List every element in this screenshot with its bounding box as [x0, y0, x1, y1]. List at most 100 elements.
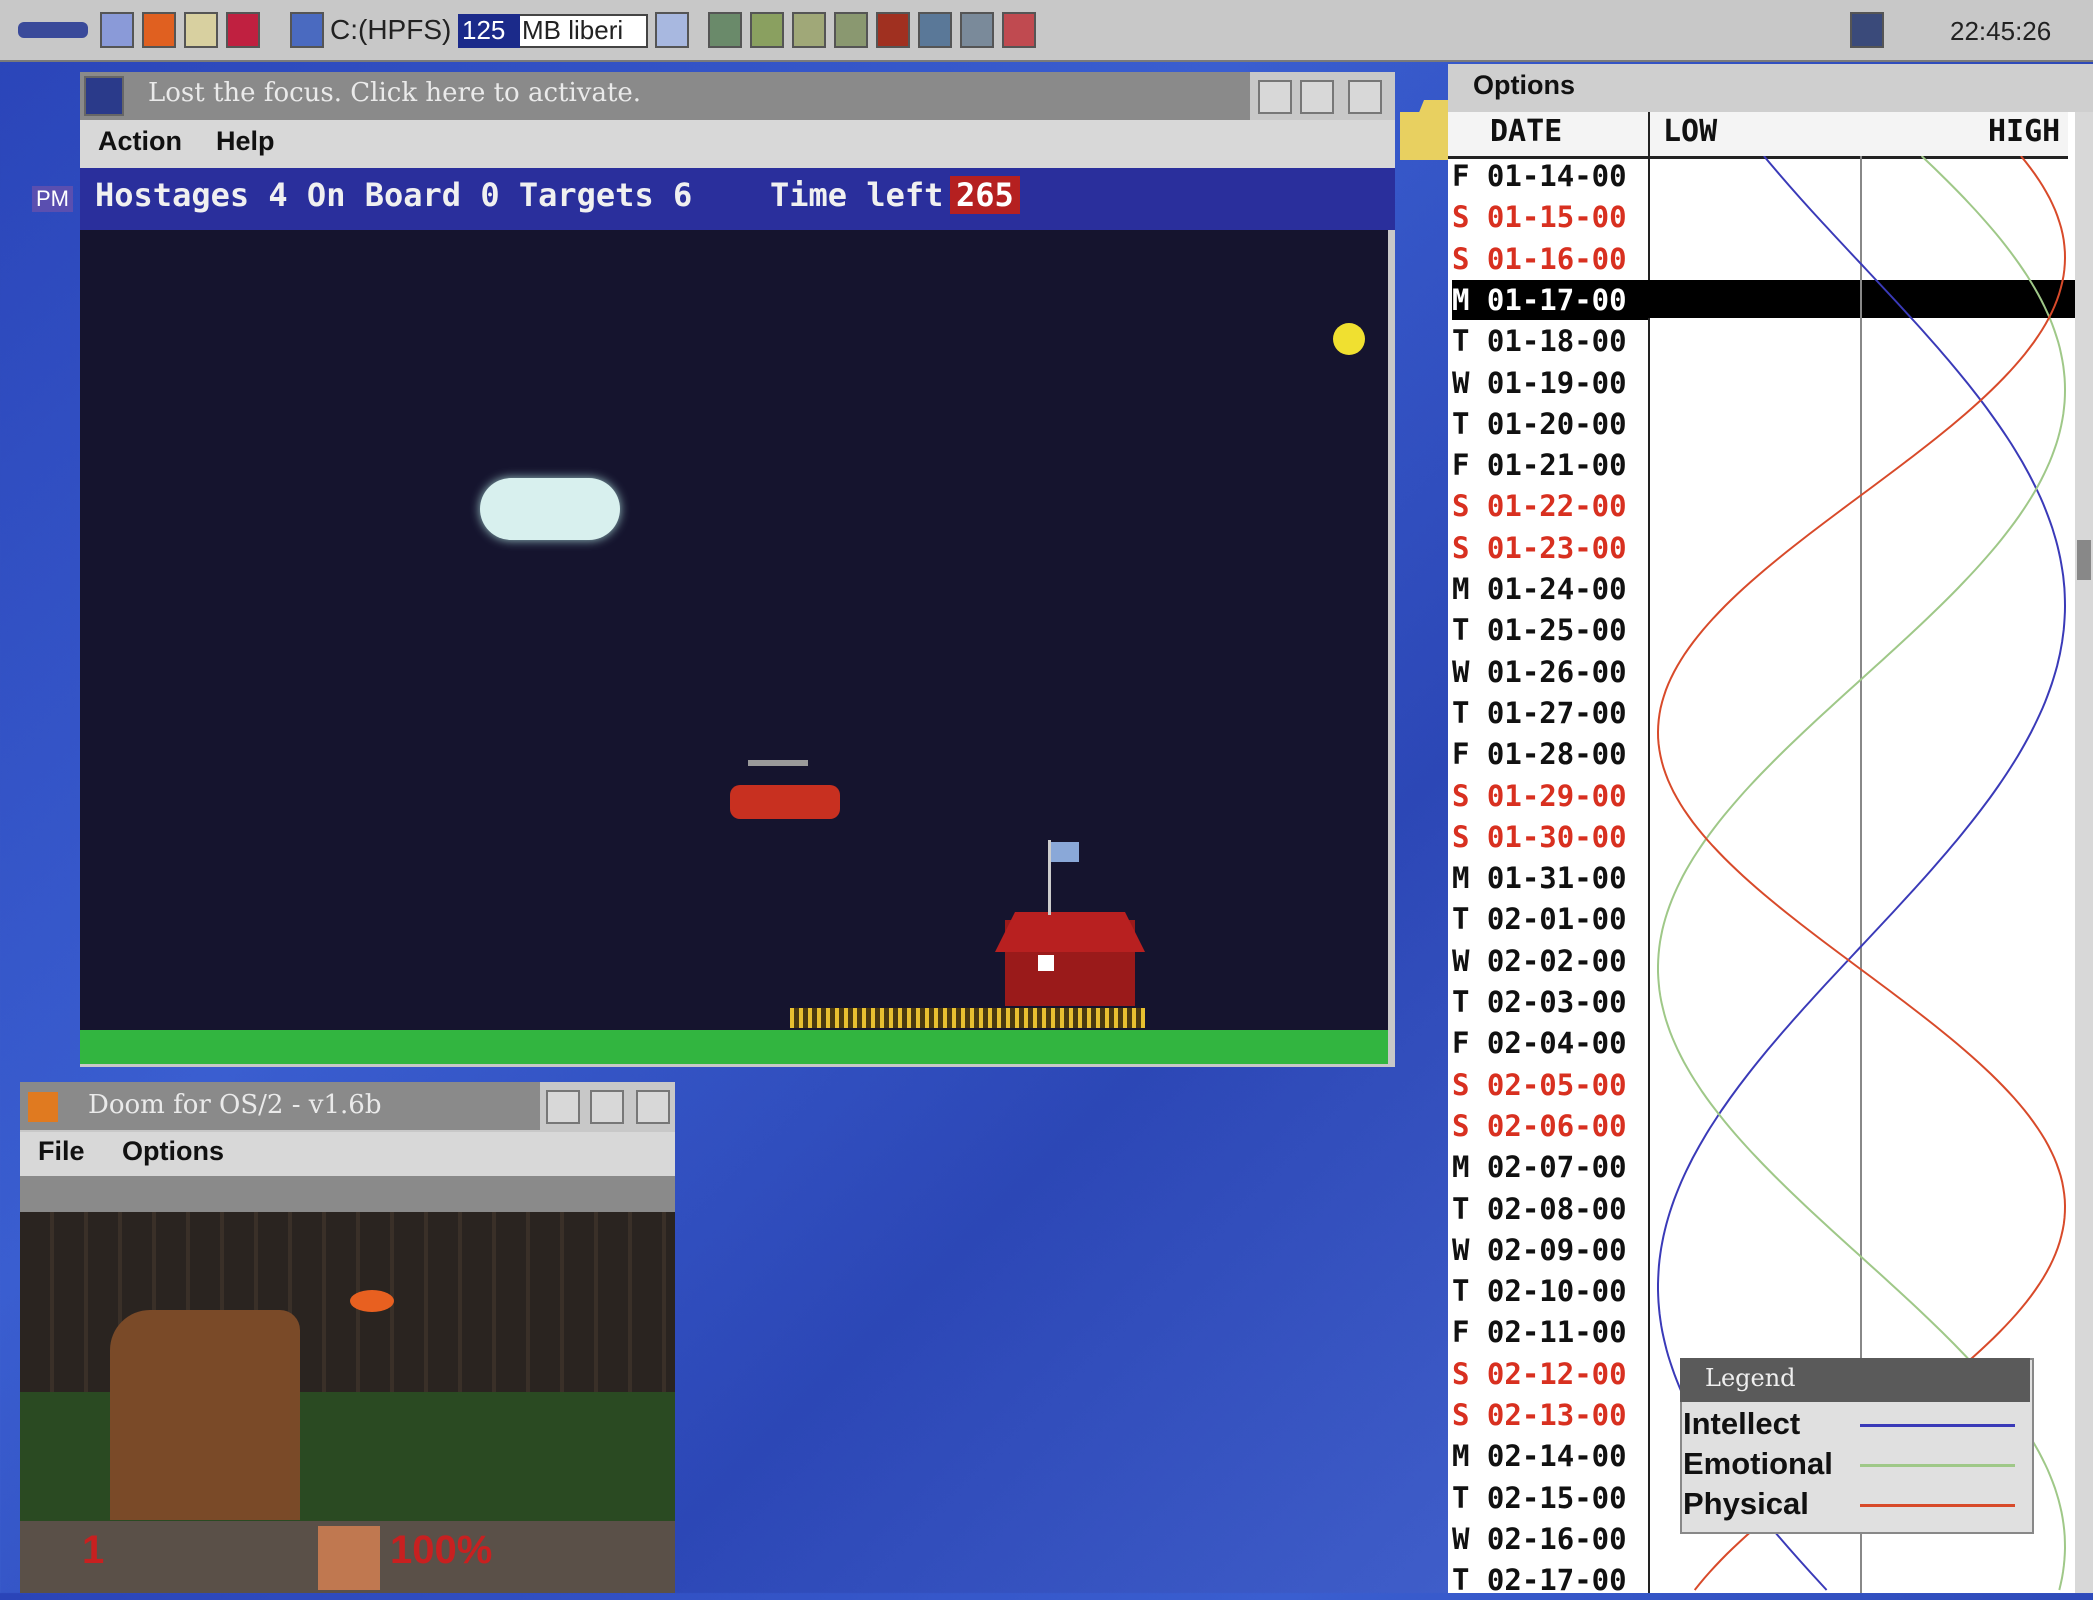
- date-row[interactable]: T 01-20-00: [1452, 404, 1648, 444]
- helicopter-icon: [730, 785, 840, 819]
- app-icon-4[interactable]: [834, 12, 868, 48]
- maximize-button[interactable]: [1348, 80, 1382, 114]
- date-row[interactable]: S 01-16-00: [1452, 239, 1648, 279]
- app-icon-2[interactable]: [750, 12, 784, 48]
- game-window-title[interactable]: Lost the focus. Click here to activate.: [148, 78, 641, 108]
- app-icon-6[interactable]: [918, 12, 952, 48]
- date-row[interactable]: W 01-26-00: [1452, 652, 1648, 692]
- date-row[interactable]: S 01-23-00: [1452, 528, 1648, 568]
- fence: [790, 1008, 1145, 1028]
- date-row[interactable]: M 02-07-00: [1452, 1147, 1648, 1187]
- hide-button[interactable]: [1258, 80, 1292, 114]
- date-row[interactable]: S 02-12-00: [1452, 1354, 1648, 1394]
- date-row[interactable]: S 01-22-00: [1452, 486, 1648, 526]
- doom-menubar: [20, 1132, 675, 1176]
- date-row[interactable]: T 02-15-00: [1452, 1478, 1648, 1518]
- date-row[interactable]: S 01-15-00: [1452, 197, 1648, 237]
- date-row[interactable]: F 02-11-00: [1452, 1312, 1648, 1352]
- date-row[interactable]: F 02-04-00: [1452, 1023, 1648, 1063]
- folder-icon[interactable]: [1400, 100, 1448, 160]
- date-row[interactable]: F 01-21-00: [1452, 445, 1648, 485]
- col-date-header: DATE: [1490, 114, 1563, 149]
- memory-free-number: 125: [462, 15, 506, 45]
- scrollbar-thumb[interactable]: [2077, 540, 2091, 580]
- date-row[interactable]: S 02-05-00: [1452, 1065, 1648, 1105]
- date-row[interactable]: M 02-14-00: [1452, 1436, 1648, 1476]
- drive-label: C:(HPFS): [330, 14, 452, 45]
- shotgun-hand-icon: [110, 1310, 300, 1520]
- date-row[interactable]: W 02-16-00: [1452, 1519, 1648, 1559]
- legend-title: Legend: [1705, 1364, 1796, 1392]
- shutdown-icon[interactable]: [226, 12, 260, 48]
- bio-menu-options[interactable]: Options: [1473, 70, 1575, 101]
- clock: 22:45:26: [1950, 16, 2052, 46]
- date-row[interactable]: T 02-03-00: [1452, 982, 1648, 1022]
- legend-physical-label: Physical: [1683, 1486, 1809, 1521]
- date-row[interactable]: T 01-27-00: [1452, 693, 1648, 733]
- pm-tag: PM: [32, 186, 73, 212]
- doom-menu-file[interactable]: File: [38, 1136, 85, 1167]
- game-menubar: [80, 120, 1395, 168]
- windows-list-icon[interactable]: [100, 12, 134, 48]
- game-canvas[interactable]: [80, 230, 1388, 1030]
- cloud-icon: [480, 478, 620, 540]
- find-icon[interactable]: [184, 12, 218, 48]
- doom-hide-button[interactable]: [546, 1090, 580, 1124]
- date-row[interactable]: S 01-30-00: [1452, 817, 1648, 857]
- date-row[interactable]: W 01-19-00: [1452, 363, 1648, 403]
- doom-restore-button[interactable]: [590, 1090, 624, 1124]
- date-row[interactable]: S 02-06-00: [1452, 1106, 1648, 1146]
- date-row[interactable]: T 01-25-00: [1452, 610, 1648, 650]
- lamp-icon: [350, 1290, 394, 1312]
- date-row[interactable]: F 01-14-00: [1452, 156, 1648, 196]
- warpcenter-logo-icon[interactable]: [18, 22, 88, 38]
- legend-intellect-swatch: [1860, 1424, 2015, 1427]
- app-icon-3[interactable]: [792, 12, 826, 48]
- window-icon: [1038, 955, 1054, 971]
- vertical-scrollbar[interactable]: [2075, 112, 2093, 1593]
- app-icon-7[interactable]: [960, 12, 994, 48]
- date-row[interactable]: T 02-08-00: [1452, 1189, 1648, 1229]
- tray-toggle-icon[interactable]: [655, 12, 689, 48]
- time-left-label: Time left: [770, 176, 944, 214]
- menu-help[interactable]: Help: [216, 126, 275, 157]
- app-icon-8[interactable]: [1002, 12, 1036, 48]
- date-row[interactable]: M 01-17-00: [1452, 279, 1648, 320]
- date-row[interactable]: W 02-09-00: [1452, 1230, 1648, 1270]
- date-row[interactable]: M 01-31-00: [1452, 858, 1648, 898]
- date-row[interactable]: F 01-28-00: [1452, 734, 1648, 774]
- date-row[interactable]: T 02-10-00: [1452, 1271, 1648, 1311]
- date-row[interactable]: S 01-29-00: [1452, 776, 1648, 816]
- system-menu-icon[interactable]: [84, 76, 124, 116]
- date-row[interactable]: T 02-17-00: [1452, 1560, 1648, 1600]
- legend-emotional-label: Emotional: [1683, 1446, 1833, 1481]
- system-tray-icon[interactable]: [1850, 12, 1884, 48]
- date-row[interactable]: T 01-18-00: [1452, 321, 1648, 361]
- app-icon-1[interactable]: [708, 12, 742, 48]
- legend-intellect-label: Intellect: [1683, 1406, 1801, 1441]
- helicopter-rotor: [748, 760, 808, 766]
- restore-button[interactable]: [1300, 80, 1334, 114]
- doom-window-title[interactable]: Doom for OS/2 - v1.6b: [88, 1090, 381, 1120]
- col-high-header: HIGH: [1988, 114, 2061, 149]
- date-row[interactable]: W 02-02-00: [1452, 941, 1648, 981]
- hostages-status: Hostages 4 On Board 0 Targets 6: [95, 176, 693, 214]
- doom-app-icon[interactable]: [28, 1092, 58, 1122]
- hud-armor: 100%: [390, 1528, 493, 1572]
- time-left-value: 265: [950, 176, 1020, 214]
- doom-ceiling: [20, 1176, 675, 1212]
- legend-emotional-swatch: [1860, 1464, 2015, 1467]
- date-row[interactable]: M 01-24-00: [1452, 569, 1648, 609]
- date-row[interactable]: S 02-13-00: [1452, 1395, 1648, 1435]
- date-row[interactable]: T 02-01-00: [1452, 899, 1648, 939]
- doom-maximize-button[interactable]: [636, 1090, 670, 1124]
- hud-ammo: 1: [82, 1528, 105, 1572]
- app-icon-5[interactable]: [876, 12, 910, 48]
- drive-icon[interactable]: [290, 12, 324, 48]
- roof-icon: [995, 912, 1145, 952]
- menu-action[interactable]: Action: [98, 126, 182, 157]
- moon-icon: [1333, 323, 1365, 355]
- doom-menu-options[interactable]: Options: [122, 1136, 224, 1167]
- lock-icon[interactable]: [142, 12, 176, 48]
- doomguy-face-icon: [318, 1526, 380, 1590]
